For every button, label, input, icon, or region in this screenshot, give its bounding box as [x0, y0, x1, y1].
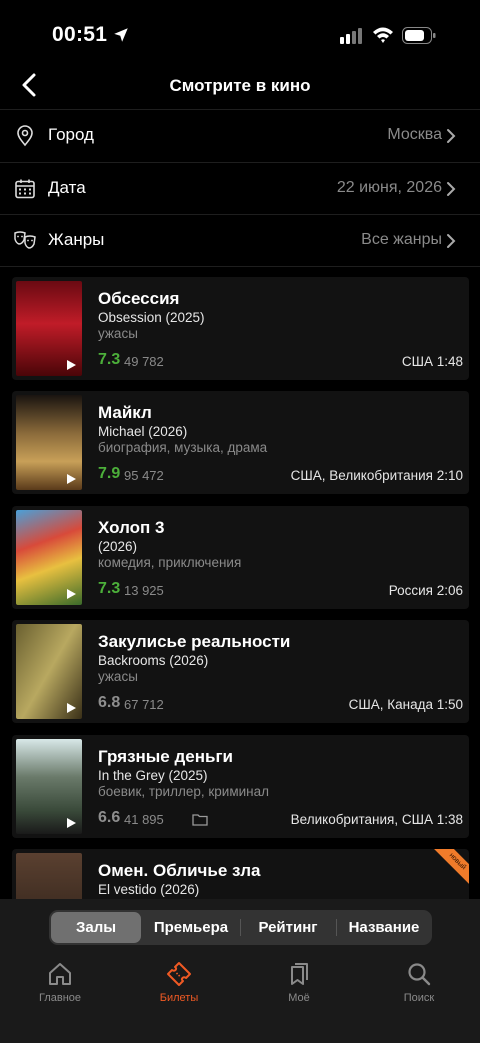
movie-card[interactable]: Грязные деньги In the Grey (2025) боевик… — [12, 734, 469, 838]
movie-card[interactable]: Омен. Обличье зла El vestido (2026) новы… — [12, 848, 469, 899]
movie-poster — [16, 281, 82, 376]
movie-list: Обсессия Obsession (2025) ужасы 7.3 49 7… — [12, 277, 469, 899]
play-icon — [67, 360, 76, 370]
movie-genres: боевик, триллер, криминал — [98, 783, 269, 799]
movie-votes: 49 782 — [124, 354, 164, 369]
theater-masks-icon — [14, 231, 36, 249]
movie-poster — [16, 852, 82, 899]
movie-card[interactable]: Обсессия Obsession (2025) ужасы 7.3 49 7… — [12, 277, 469, 380]
movie-country-duration: США 1:48 — [401, 354, 463, 369]
battery-icon — [402, 27, 436, 44]
page-title: Смотрите в кино — [169, 76, 311, 95]
genres-value: Все жанры — [361, 231, 442, 248]
play-icon — [67, 588, 76, 599]
tab-home-label: Главное — [38, 992, 82, 1004]
movie-title: Майкл — [98, 403, 152, 423]
location-arrow-icon — [114, 28, 128, 42]
tab-mine-label: Моё — [288, 992, 310, 1004]
movie-rating: 7.9 — [98, 465, 121, 483]
movie-poster — [16, 509, 82, 605]
genres-label: Жанры — [48, 230, 105, 249]
movie-country-duration: Россия 2:06 — [388, 582, 463, 598]
segment-title[interactable]: Название — [337, 910, 431, 945]
movie-title: Омен. Обличье зла — [98, 860, 261, 880]
play-icon — [67, 703, 76, 714]
movie-card[interactable]: Холоп 3 (2026) комедия, приключения 7.3 … — [12, 505, 469, 609]
chevron-right-icon — [447, 129, 456, 143]
movie-original-title: Obsession (2025) — [98, 310, 205, 325]
sort-segmented-control: Залы Премьера Рейтинг Название — [49, 910, 432, 945]
date-value: 22 июня, 2026 — [336, 178, 442, 196]
movie-votes: 67 712 — [124, 697, 164, 713]
movie-poster — [16, 738, 82, 834]
movie-title: Грязные деньги — [98, 746, 233, 766]
chevron-right-icon — [447, 234, 456, 248]
movie-genres: комедия, приключения — [98, 554, 242, 570]
movie-card[interactable]: Закулисье реальности Backrooms (2026) уж… — [12, 620, 469, 724]
movie-rating: 6.6 — [98, 808, 121, 826]
movie-original-title: In the Grey (2025) — [98, 767, 208, 783]
tab-bar: Главное Билеты Моё Поиск — [0, 953, 480, 1043]
movie-genres: ужасы — [98, 326, 138, 341]
movie-title: Закулисье реальности — [98, 632, 291, 652]
tab-tickets-label: Билеты — [159, 992, 199, 1004]
calendar-icon — [15, 179, 35, 198]
movie-votes: 95 472 — [124, 468, 164, 484]
ticket-icon — [167, 962, 191, 986]
city-filter-row[interactable]: Город Москва — [0, 109, 480, 162]
segment-premiere[interactable]: Премьера — [143, 910, 239, 945]
movie-country-duration: США, Канада 1:50 — [348, 697, 463, 713]
date-label: Дата — [48, 177, 86, 197]
tab-search[interactable]: Поиск — [374, 961, 464, 1004]
search-icon — [408, 963, 431, 986]
navigation-bar: Смотрите в кино — [0, 62, 480, 110]
city-label: Город — [48, 125, 94, 144]
segment-rating[interactable]: Рейтинг — [241, 910, 335, 945]
sort-bar: Залы Премьера Рейтинг Название — [0, 899, 480, 953]
status-time: 00:51 — [52, 23, 108, 46]
chevron-right-icon — [447, 181, 456, 196]
movie-country-duration: Великобритания, США 1:38 — [290, 811, 463, 827]
folder-icon — [192, 813, 208, 826]
movie-genres: ужасы — [98, 669, 138, 685]
movie-title: Холоп 3 — [98, 517, 165, 537]
status-bar: 00:51 — [0, 0, 480, 70]
movie-original-title: (2026) — [98, 538, 138, 554]
movie-title: Обсессия — [98, 289, 180, 308]
tab-home[interactable]: Главное — [15, 961, 105, 1004]
location-pin-icon — [17, 125, 33, 147]
movie-card[interactable]: Майкл Michael (2026) биография, музыка, … — [12, 391, 469, 495]
tab-mine[interactable]: Моё — [254, 961, 344, 1004]
movie-original-title: El vestido (2026) — [98, 881, 200, 897]
new-badge: новый — [430, 848, 469, 889]
movie-rating: 7.3 — [98, 351, 121, 368]
movie-original-title: Backrooms (2026) — [98, 653, 209, 669]
movie-original-title: Michael (2026) — [98, 424, 188, 440]
tab-tickets[interactable]: Билеты — [134, 961, 224, 1004]
wifi-icon — [373, 27, 393, 43]
genres-filter-row[interactable]: Жанры Все жанры — [0, 214, 480, 267]
tab-search-label: Поиск — [403, 992, 435, 1004]
movie-votes: 13 925 — [124, 582, 164, 598]
play-icon — [67, 474, 76, 485]
movie-poster — [16, 624, 82, 720]
movie-genres: биография, музыка, драма — [98, 440, 268, 456]
cellular-signal-icon — [340, 28, 362, 44]
movie-votes: 41 895 — [124, 811, 164, 827]
home-icon — [49, 963, 71, 985]
movie-poster — [16, 395, 82, 491]
city-value: Москва — [387, 126, 442, 143]
play-icon — [67, 817, 76, 828]
movie-country-duration: США, Великобритания 2:10 — [290, 468, 463, 484]
movie-rating: 7.3 — [98, 579, 121, 597]
date-filter-row[interactable]: Дата 22 июня, 2026 — [0, 161, 480, 215]
bookmarks-icon — [291, 963, 308, 985]
segment-halls[interactable]: Залы — [51, 912, 141, 943]
filter-list: Город Москва Дата 22 июня, 2026 Жанры Вс… — [0, 109, 480, 267]
movie-rating: 6.8 — [98, 694, 121, 712]
